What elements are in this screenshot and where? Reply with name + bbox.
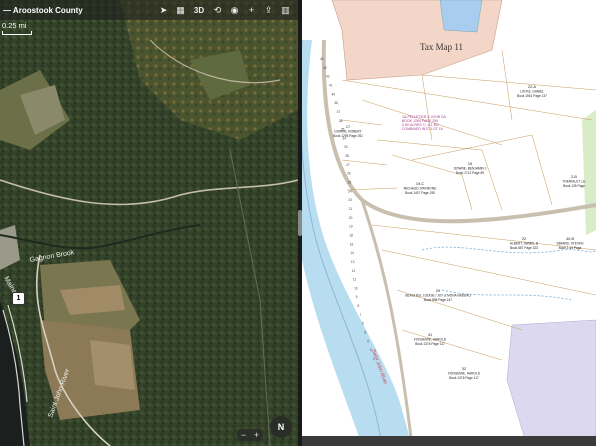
pdf-bottom-bar (302, 436, 596, 446)
lot-number: 23 (348, 198, 352, 202)
map-title: — Aroostook County (3, 5, 83, 15)
lot-number: 4 (367, 339, 369, 343)
lot-number: 43 (323, 66, 327, 70)
parcel-book: Book 857 Page 323 (510, 246, 538, 250)
lot-number: 37 (337, 110, 341, 114)
lot-number: 21 (349, 207, 353, 211)
parcel-id: 22 (522, 237, 526, 241)
tax-map-title: Tax Map 11 (420, 42, 463, 52)
bare-field (90, 340, 135, 390)
lot-number: 35 (341, 128, 345, 132)
route-shield-icon: 1 (12, 292, 25, 305)
parcel-book: Book 1407 Page 155 (405, 191, 435, 195)
parcel-book: Book 1712 Page 89 (456, 171, 484, 175)
parcel-id: 31 (428, 333, 432, 337)
parcel-book: Book 1376 Page 117 (449, 376, 479, 380)
lot-number: 7 (360, 313, 362, 317)
lot-number: 33 (344, 145, 348, 149)
lot-number: 38 (339, 119, 343, 123)
lot-number: 26 (347, 172, 351, 176)
parcel-id: 22-A (528, 85, 536, 89)
lot-number: 42 (326, 75, 330, 79)
compass-button[interactable]: N (270, 416, 292, 438)
zoom-in-button[interactable]: + (254, 430, 259, 440)
lot-number: 5 (364, 331, 366, 335)
tax-map-drawing[interactable]: Saint John River Tax Map 11 1A-PELLETIER… (302, 0, 596, 446)
parcel-book: Book 1551 Page 137 (517, 94, 547, 98)
tax-map-pane[interactable]: Saint John River Tax Map 11 1A-PELLETIER… (302, 0, 596, 446)
map-toolbar: — Aroostook County ➤ ▦ 3D ⟲ ◉ + ⇪ ▥ (0, 0, 298, 20)
lot-number: 13 (351, 260, 355, 264)
zoom-control[interactable]: − + (237, 429, 263, 441)
lot-number: 27 (346, 163, 350, 167)
zoom-out-button[interactable]: − (241, 430, 246, 440)
3d-toggle-button[interactable]: 3D (189, 3, 209, 17)
lot-number: 10 (354, 286, 358, 290)
lot-number: 9 (356, 295, 358, 299)
share-icon[interactable]: ⇪ (260, 3, 277, 17)
lot-number: 41 (329, 83, 333, 87)
location-arrow-icon[interactable]: ➤ (155, 3, 172, 17)
parcel-owner: THERIAULT, LE (563, 180, 586, 184)
scale-label: 0.25 mi (2, 21, 27, 30)
parcel-book: Book 1295 Page 261 (333, 134, 363, 138)
parcel-book: Book 1376 Page 117 (415, 342, 445, 346)
satellite-imagery[interactable]: Gagnon Brook Saint John River Maine (0, 0, 298, 446)
lot-number: 6 (362, 322, 364, 326)
lot-number: 44 (320, 57, 324, 61)
parcel-id: 19-C (416, 182, 424, 186)
parcel-id: 17 (346, 125, 350, 129)
lot-number: 2 (373, 357, 375, 361)
lot-number: 28 (345, 154, 349, 158)
lot-number: 18 (349, 233, 353, 237)
parcel-id: 2-B (571, 175, 577, 179)
lot-number: 8 (358, 304, 360, 308)
lot-number: 12 (352, 269, 356, 273)
lot-number: 24 (348, 189, 352, 193)
lot-number: 20 (349, 216, 353, 220)
map-icon[interactable]: ▦ (172, 3, 189, 17)
parcel-id: 32 (462, 367, 466, 371)
parcel-id: 15 (468, 162, 472, 166)
pond (439, 0, 483, 33)
parcel-owner: MICHAUD, RAYMOND (404, 187, 437, 191)
lot-number: 11 (353, 278, 357, 282)
lot-number: 34 (343, 136, 347, 140)
bare-field (60, 285, 125, 315)
lot-number: 14 (350, 251, 354, 255)
zoom-in-button[interactable]: + (243, 3, 260, 17)
parcel-book: Book 898 Page 247 (424, 298, 452, 302)
lot-number: 36 (334, 101, 338, 105)
parcel-book: Book 1.44 Page (559, 246, 582, 250)
parcel-id: 29 (436, 289, 440, 293)
parcel-book: Book 128 Page (563, 184, 585, 188)
directions-icon[interactable]: ⟲ (209, 3, 226, 17)
parcel-owner: FONGEMIE, HAROLD (448, 372, 481, 376)
lot-number: 19 (349, 225, 353, 229)
lot-number: 16 (350, 242, 354, 246)
lot-number: 40 (332, 92, 336, 96)
sidebar-icon[interactable]: ▥ (277, 3, 294, 17)
parcel-owner: SIMARD, STEVEN (557, 242, 585, 246)
lot-number: 3 (370, 348, 372, 352)
parcel-owner: DOWNE, BENJAMIN J (454, 167, 487, 171)
parcel-owner: BEAULIEU, LOUISE / JUY & MONA NADEAU (405, 294, 471, 298)
parcel-owner: LOCKE, DANIEL (520, 90, 544, 94)
parcel-owner: ALBERT, DANIEL B (510, 242, 538, 246)
lot-number: 25 (348, 181, 352, 185)
parcel-owner: DOWNE, ROBERT (334, 130, 361, 134)
binoculars-icon[interactable]: ◉ (226, 3, 243, 17)
satellite-map-pane[interactable]: Gagnon Brook Saint John River Maine — Ar… (0, 0, 298, 446)
scale-bar (2, 31, 32, 35)
parcel-owner: FONGEMIE, HAROLD (414, 338, 447, 342)
parcel-id: 40-B (566, 237, 574, 241)
